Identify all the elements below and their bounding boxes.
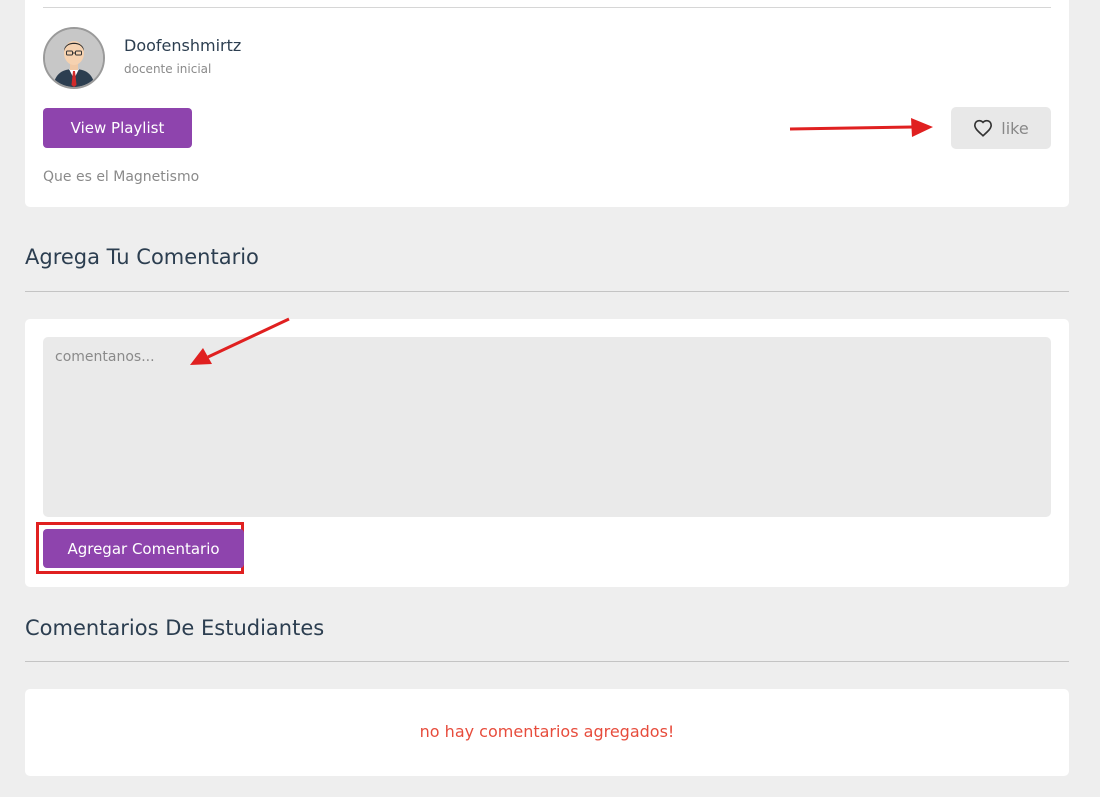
card-divider: [43, 7, 1051, 8]
tutor-role: docente inicial: [124, 62, 212, 76]
add-comment-button[interactable]: Agregar Comentario: [43, 529, 244, 568]
student-comments-heading: Comentarios De Estudiantes: [25, 616, 325, 640]
teacher-avatar-icon: [45, 29, 103, 87]
video-info-card: Doofenshmirtz docente inicial View Playl…: [25, 0, 1069, 207]
add-comment-divider: [25, 291, 1069, 292]
heart-outline-icon: [974, 119, 993, 137]
like-button[interactable]: like: [951, 107, 1051, 149]
add-comment-heading: Agrega Tu Comentario: [25, 245, 259, 269]
video-description: Que es el Magnetismo: [43, 169, 200, 185]
tutor-name: Doofenshmirtz: [124, 36, 242, 55]
no-comments-message: no hay comentarios agregados!: [419, 722, 675, 741]
like-label: like: [1001, 118, 1029, 138]
comment-textarea[interactable]: [43, 337, 1051, 517]
no-comments-card: no hay comentarios agregados!: [25, 689, 1069, 776]
comment-form-card: Agregar Comentario: [25, 319, 1069, 587]
student-comments-divider: [25, 661, 1069, 662]
page: Doofenshmirtz docente inicial View Playl…: [0, 0, 1100, 797]
view-playlist-button[interactable]: View Playlist: [43, 108, 192, 148]
tutor-avatar: [43, 27, 105, 89]
